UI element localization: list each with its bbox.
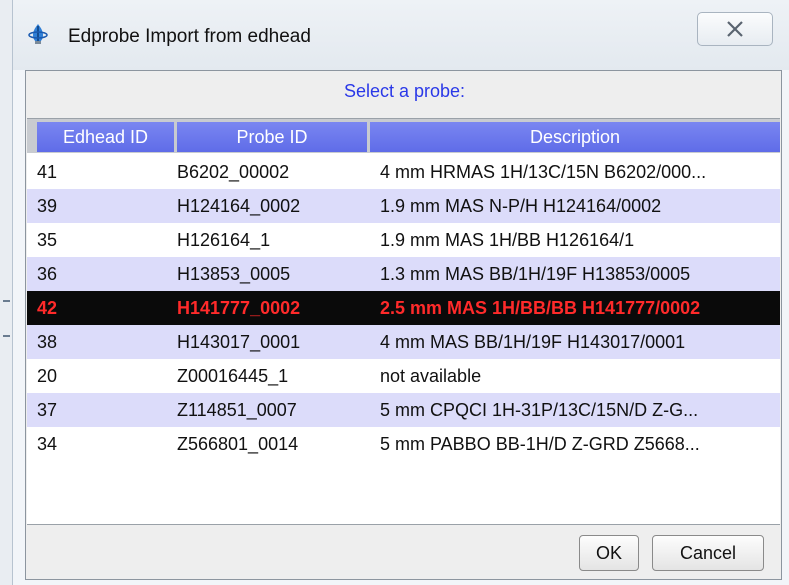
cancel-button[interactable]: Cancel (652, 535, 764, 571)
table-row[interactable]: 41 B6202_00002 4 mm HRMAS 1H/13C/15N B6202… (27, 155, 780, 189)
cell-edhead-id: 39 (37, 196, 58, 216)
edprobe-app-icon (26, 22, 50, 46)
close-icon (727, 21, 743, 37)
table-row[interactable]: 38 H143017_0001 4 mm MAS BB/1H/19F H143017… (27, 325, 780, 359)
probe-table: Edhead ID Probe ID Description 41 B6202_0… (27, 118, 780, 525)
cell-description: 1.3 mm MAS BB/1H/19F H13853/0005 (380, 264, 691, 284)
cell-description: 4 mm HRMAS 1H/13C/15N B6202/000... (380, 162, 707, 182)
cell-edhead-id: 37 (37, 400, 58, 420)
cell-description: 1.9 mm MAS 1H/BB H126164/1 (380, 230, 635, 250)
cell-description: 5 mm PABBO BB-1H/D Z-GRD Z5668... (380, 434, 700, 454)
cell-description: 5 mm CPQCI 1H-31P/13C/15N/D Z-G... (380, 400, 699, 420)
cell-description: 1.9 mm MAS N-P/H H124164/0002 (380, 196, 662, 216)
cell-probe-id: H141777_0002 (177, 298, 301, 318)
cell-probe-id: H13853_0005 (177, 264, 291, 284)
column-header-edhead-id[interactable]: Edhead ID (37, 122, 174, 152)
cell-probe-id: B6202_00002 (177, 162, 290, 182)
cell-probe-id: Z114851_0007 (177, 400, 297, 420)
cell-edhead-id: 34 (37, 434, 58, 454)
ok-button[interactable]: OK (579, 535, 639, 571)
table-row[interactable]: 37 Z114851_0007 5 mm CPQCI 1H-31P/13C/15N/… (27, 393, 780, 427)
cell-probe-id: H126164_1 (177, 230, 271, 250)
cell-probe-id: H143017_0001 (177, 332, 301, 352)
cell-description: 4 mm MAS BB/1H/19F H143017/0001 (380, 332, 686, 352)
cell-probe-id: Z00016445_1 (177, 366, 289, 386)
table-row-selected[interactable]: 42 H141777_0002 2.5 mm MAS 1H/BB/BB H14177… (27, 291, 780, 325)
cell-description: 2.5 mm MAS 1H/BB/BB H141777/0002 (380, 298, 701, 318)
column-header-probe-id[interactable]: Probe ID (177, 122, 367, 152)
table-row[interactable]: 35 H126164_1 1.9 mm MAS 1H/BB H126164/1 (27, 223, 780, 257)
table-row[interactable]: 34 Z566801_0014 5 mm PABBO BB-1H/D Z-GRD Z… (27, 427, 780, 461)
table-row[interactable]: 36 H13853_0005 1.3 mm MAS BB/1H/19F H13853… (27, 257, 780, 291)
cell-edhead-id: 35 (37, 230, 58, 250)
cell-edhead-id: 36 (37, 264, 58, 284)
cell-edhead-id: 20 (37, 366, 58, 386)
window-title: Edprobe Import from edhead (68, 26, 311, 47)
cell-edhead-id: 41 (37, 162, 58, 182)
close-button[interactable] (697, 12, 773, 46)
select-probe-prompt: Select a probe: (343, 81, 466, 101)
table-row[interactable]: 20 Z00016445_1 not available (27, 359, 780, 393)
table-header: Edhead ID Probe ID Description (27, 119, 780, 153)
background-desktop (0, 0, 12, 585)
cell-edhead-id: 38 (37, 332, 58, 352)
dialog-content: Select a probe: Edhead ID Probe ID Descr… (25, 70, 782, 580)
cell-edhead-id: 42 (37, 298, 58, 318)
cell-probe-id: Z566801_0014 (177, 434, 299, 454)
background-edge-mark (3, 300, 10, 302)
dialog-window: Edprobe Import from edhead Select a prob… (12, 0, 789, 585)
column-header-description[interactable]: Description (370, 122, 780, 152)
cell-description: not available (380, 366, 482, 386)
table-row[interactable]: 39 H124164_0002 1.9 mm MAS N-P/H H124164/0… (27, 189, 780, 223)
cell-probe-id: H124164_0002 (177, 196, 301, 216)
background-edge-mark (3, 335, 10, 337)
title-bar[interactable]: Edprobe Import from edhead (13, 0, 789, 70)
